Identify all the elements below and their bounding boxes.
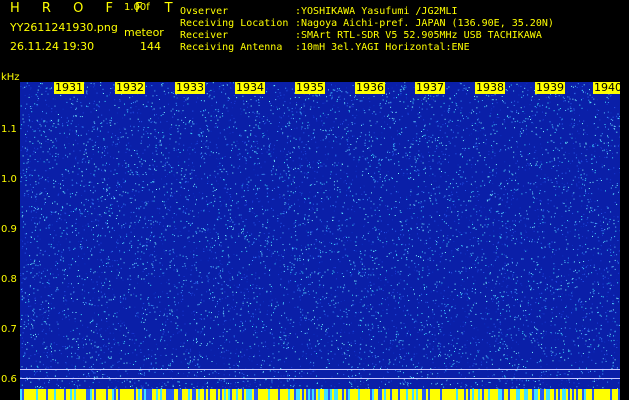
- info-value: :YOSHIKAWA Yasufumi /JG2MLI: [295, 6, 458, 17]
- info-value: :SMArt RTL-SDR V5 52.905MHz USB TACHIKAW…: [295, 30, 542, 41]
- right-margin: [620, 82, 629, 400]
- info-label: Receiving Location: [180, 18, 289, 29]
- x-tick-label: 1932: [115, 81, 145, 94]
- info-label: Ovserver: [180, 6, 229, 17]
- x-tick-label: 1936: [355, 81, 385, 94]
- app-version: 1.00f: [124, 2, 150, 13]
- signal-level-strip: [20, 389, 620, 400]
- info-observer: Ovserver :YOSHIKAWA Yasufumi /JG2MLI: [180, 6, 458, 17]
- info-label: Receiving Antenna: [180, 42, 283, 53]
- x-tick-label: 1940: [593, 81, 623, 94]
- x-tick-label: 1938: [475, 81, 505, 94]
- x-tick-label: 1933: [175, 81, 205, 94]
- y-axis-unit: kHz: [1, 72, 20, 83]
- info-location: Receiving Location :Nagoya Aichi-pref. JA…: [180, 18, 554, 29]
- info-receiver: Receiver :SMArt RTL-SDR V5 52.905MHz USB …: [180, 30, 542, 41]
- x-tick-label: 1935: [295, 81, 325, 94]
- y-tick-label: 0.9: [1, 224, 17, 235]
- x-tick-label: 1939: [535, 81, 565, 94]
- detection-count: 144: [140, 40, 161, 53]
- timestamp: 26.11.24 19:30: [10, 40, 95, 53]
- y-tick-label: 0.7: [1, 324, 17, 335]
- y-tick-label: 1.1: [1, 124, 17, 135]
- info-label: Receiver: [180, 30, 229, 41]
- info-antenna: Receiving Antenna :10mH 3el.YAGI Horizont…: [180, 42, 470, 53]
- x-tick-label: 1931: [54, 81, 84, 94]
- y-tick-label: 0.8: [1, 274, 17, 285]
- reference-line: [20, 378, 620, 379]
- y-tick-label: 0.6: [1, 374, 17, 385]
- info-value: :Nagoya Aichi-pref. JAPAN (136.90E, 35.2…: [295, 18, 554, 29]
- x-tick-label: 1937: [415, 81, 445, 94]
- app-title: H R O F F T: [10, 1, 182, 16]
- x-tick-label: 1934: [235, 81, 265, 94]
- reference-line: [20, 369, 620, 370]
- mode-label: meteor: [124, 26, 164, 39]
- info-value: :10mH 3el.YAGI Horizontal:ENE: [295, 42, 470, 53]
- y-tick-label: 1.0: [1, 174, 17, 185]
- image-filename: YY2611241930.png: [10, 21, 118, 34]
- spectrogram: [20, 82, 620, 400]
- spectrogram-noise: [20, 82, 620, 400]
